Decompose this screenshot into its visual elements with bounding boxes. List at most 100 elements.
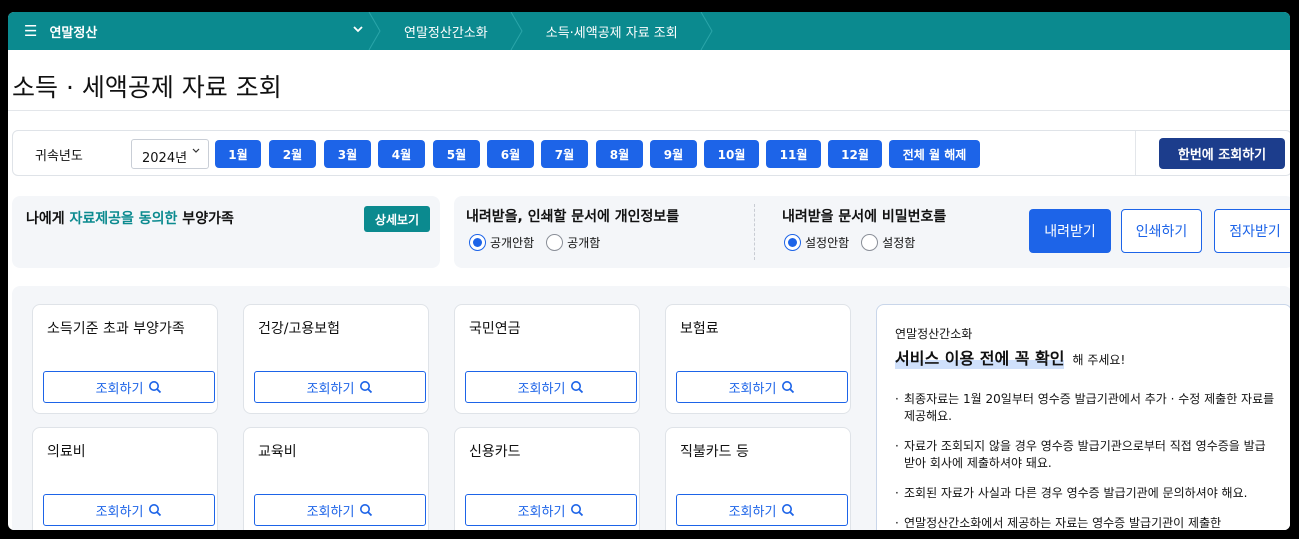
query-button[interactable]: 조회하기 (43, 494, 215, 526)
year-filter-label: 귀속년도 (35, 149, 83, 164)
month-button-7[interactable]: 7월 (541, 140, 588, 168)
breadcrumb-label: 소득·세액공제 자료 조회 (545, 25, 678, 41)
notice-subtitle: 연말정산간소화 (895, 327, 973, 341)
year-select-value: 2024년 (142, 151, 188, 166)
dependents-text-highlight: 자료제공을 동의한 (69, 211, 178, 227)
breadcrumb-label: 연말정산간소화 (404, 25, 488, 41)
month-button-11[interactable]: 11월 (766, 140, 821, 168)
card-insurance-premium: 보험료 조회하기 (665, 304, 851, 414)
password-radio-group: 설정안함 설정함 (784, 234, 927, 251)
month-button-4[interactable]: 4월 (378, 140, 425, 168)
month-button-6[interactable]: 6월 (487, 140, 534, 168)
radio-password-on[interactable] (861, 234, 879, 251)
card-debit-card: 직불카드 등 조회하기 (665, 427, 851, 530)
card-education-expenses: 교육비 조회하기 (243, 427, 429, 530)
query-all-button[interactable]: 한번에 조회하기 (1159, 138, 1285, 169)
query-button-label: 조회하기 (306, 504, 355, 520)
password-option-title: 내려받을 문서에 비밀번호를 (782, 209, 947, 225)
radio-label: 설정함 (882, 236, 916, 250)
query-button-label: 조회하기 (95, 504, 144, 520)
query-button[interactable]: 조회하기 (465, 371, 637, 403)
privacy-option-title: 내려받을, 인쇄할 문서에 개인정보를 (466, 209, 680, 225)
list-item: 연말정산간소화에서 제공하는 자료는 영수증 발급기관이 제출한 (895, 515, 1275, 530)
search-icon (571, 504, 584, 517)
card-title: 국민연금 (469, 321, 521, 337)
page-title: 소득 · 세액공제 자료 조회 (12, 73, 282, 102)
search-icon (782, 381, 795, 394)
query-button[interactable]: 조회하기 (254, 371, 426, 403)
notice-headline: 서비스 이용 전에 꼭 확인 해 주세요! (895, 345, 1125, 369)
notice-headline-highlight: 서비스 이용 전에 꼭 확인 (895, 345, 1065, 369)
card-title: 보험료 (680, 321, 719, 337)
search-icon (782, 504, 795, 517)
month-button-12[interactable]: 12월 (828, 140, 882, 168)
dependents-panel: 나에게 자료제공을 동의한 부양가족 상세보기 (12, 196, 440, 268)
search-icon (149, 504, 162, 517)
divider (1135, 131, 1136, 175)
chevron-down-icon (192, 146, 200, 157)
nav-menu-toggle[interactable]: ☰ 연말정산 (8, 12, 368, 50)
query-button-label: 조회하기 (306, 381, 355, 397)
card-national-pension: 국민연금 조회하기 (454, 304, 640, 414)
divider (754, 204, 755, 260)
radio-label: 공개함 (567, 236, 601, 250)
breadcrumb-year-end-simplified[interactable]: 연말정산간소화 (382, 12, 510, 50)
radio-password-off[interactable] (784, 234, 801, 251)
card-title: 교육비 (258, 444, 297, 460)
card-health-employment-insurance: 건강/고용보험 조회하기 (243, 304, 429, 414)
query-button[interactable]: 조회하기 (676, 371, 848, 403)
card-title: 소득기준 초과 부양가족 (47, 321, 185, 337)
query-button-label: 조회하기 (517, 381, 566, 397)
query-button-label: 조회하기 (517, 504, 566, 520)
dependents-text-suffix: 부양가족 (177, 211, 234, 227)
month-button-9[interactable]: 9월 (650, 140, 697, 168)
app-window: ☰ 연말정산 연말정산간소화 소득·세액공제 자료 조회 소득 · 세액공제 자… (8, 12, 1290, 530)
download-button[interactable]: 내려받기 (1029, 209, 1111, 253)
nav-menu-label: 연말정산 (49, 25, 98, 41)
card-credit-card: 신용카드 조회하기 (454, 427, 640, 530)
breadcrumb-separator-icon (368, 12, 382, 50)
radio-label: 설정안함 (805, 236, 850, 250)
breadcrumb-separator-icon (700, 12, 714, 50)
braille-download-button[interactable]: 점자받기 (1214, 209, 1290, 253)
hamburger-icon[interactable]: ☰ (24, 22, 37, 40)
query-button-label: 조회하기 (728, 504, 777, 520)
search-icon (360, 381, 373, 394)
query-button-label: 조회하기 (728, 381, 777, 397)
notice-box: 연말정산간소화 서비스 이용 전에 꼭 확인 해 주세요! 최종자료는 1월 2… (876, 304, 1290, 530)
notice-headline-rest: 해 주세요! (1072, 353, 1126, 367)
radio-privacy-hide[interactable] (469, 234, 486, 251)
privacy-radio-group: 공개안함 공개함 (469, 234, 612, 251)
year-filter-bar: 귀속년도 2024년 1월 2월 3월 4월 5월 6월 7월 8월 9월 10… (12, 130, 1290, 176)
detail-view-button[interactable]: 상세보기 (364, 206, 430, 232)
breadcrumb-separator-icon (510, 12, 524, 50)
card-over-income-dependents: 소득기준 초과 부양가족 조회하기 (32, 304, 218, 414)
query-button[interactable]: 조회하기 (254, 494, 426, 526)
month-button-2[interactable]: 2월 (269, 140, 316, 168)
search-icon (149, 381, 162, 394)
card-title: 직불카드 등 (680, 444, 749, 460)
month-button-5[interactable]: 5월 (433, 140, 480, 168)
query-button[interactable]: 조회하기 (465, 494, 637, 526)
top-nav: ☰ 연말정산 연말정산간소화 소득·세액공제 자료 조회 (8, 12, 1290, 50)
print-button[interactable]: 인쇄하기 (1121, 209, 1202, 253)
search-icon (571, 381, 584, 394)
month-button-8[interactable]: 8월 (596, 140, 643, 168)
clear-all-months-button[interactable]: 전체 월 해제 (889, 140, 980, 168)
card-title: 의료비 (47, 444, 86, 460)
query-button[interactable]: 조회하기 (676, 494, 848, 526)
year-select[interactable]: 2024년 (131, 139, 209, 169)
dependents-text-prefix: 나에게 (26, 211, 70, 227)
radio-privacy-show[interactable] (546, 234, 564, 251)
chevron-down-icon[interactable] (352, 23, 364, 38)
query-button[interactable]: 조회하기 (43, 371, 215, 403)
list-item: 최종자료는 1월 20일부터 영수증 발급기관에서 추가 · 수정 제출한 자료… (895, 391, 1275, 425)
month-button-10[interactable]: 10월 (704, 140, 759, 168)
list-item: 조회된 자료가 사실과 다른 경우 영수증 발급기관에 문의하셔야 해요. (895, 485, 1275, 502)
dependents-text: 나에게 자료제공을 동의한 부양가족 (26, 208, 234, 228)
card-title: 건강/고용보험 (258, 321, 340, 337)
breadcrumb-deduction-query[interactable]: 소득·세액공제 자료 조회 (524, 12, 700, 50)
card-title: 신용카드 (469, 444, 521, 460)
month-button-1[interactable]: 1월 (215, 140, 261, 168)
month-button-3[interactable]: 3월 (324, 140, 371, 168)
